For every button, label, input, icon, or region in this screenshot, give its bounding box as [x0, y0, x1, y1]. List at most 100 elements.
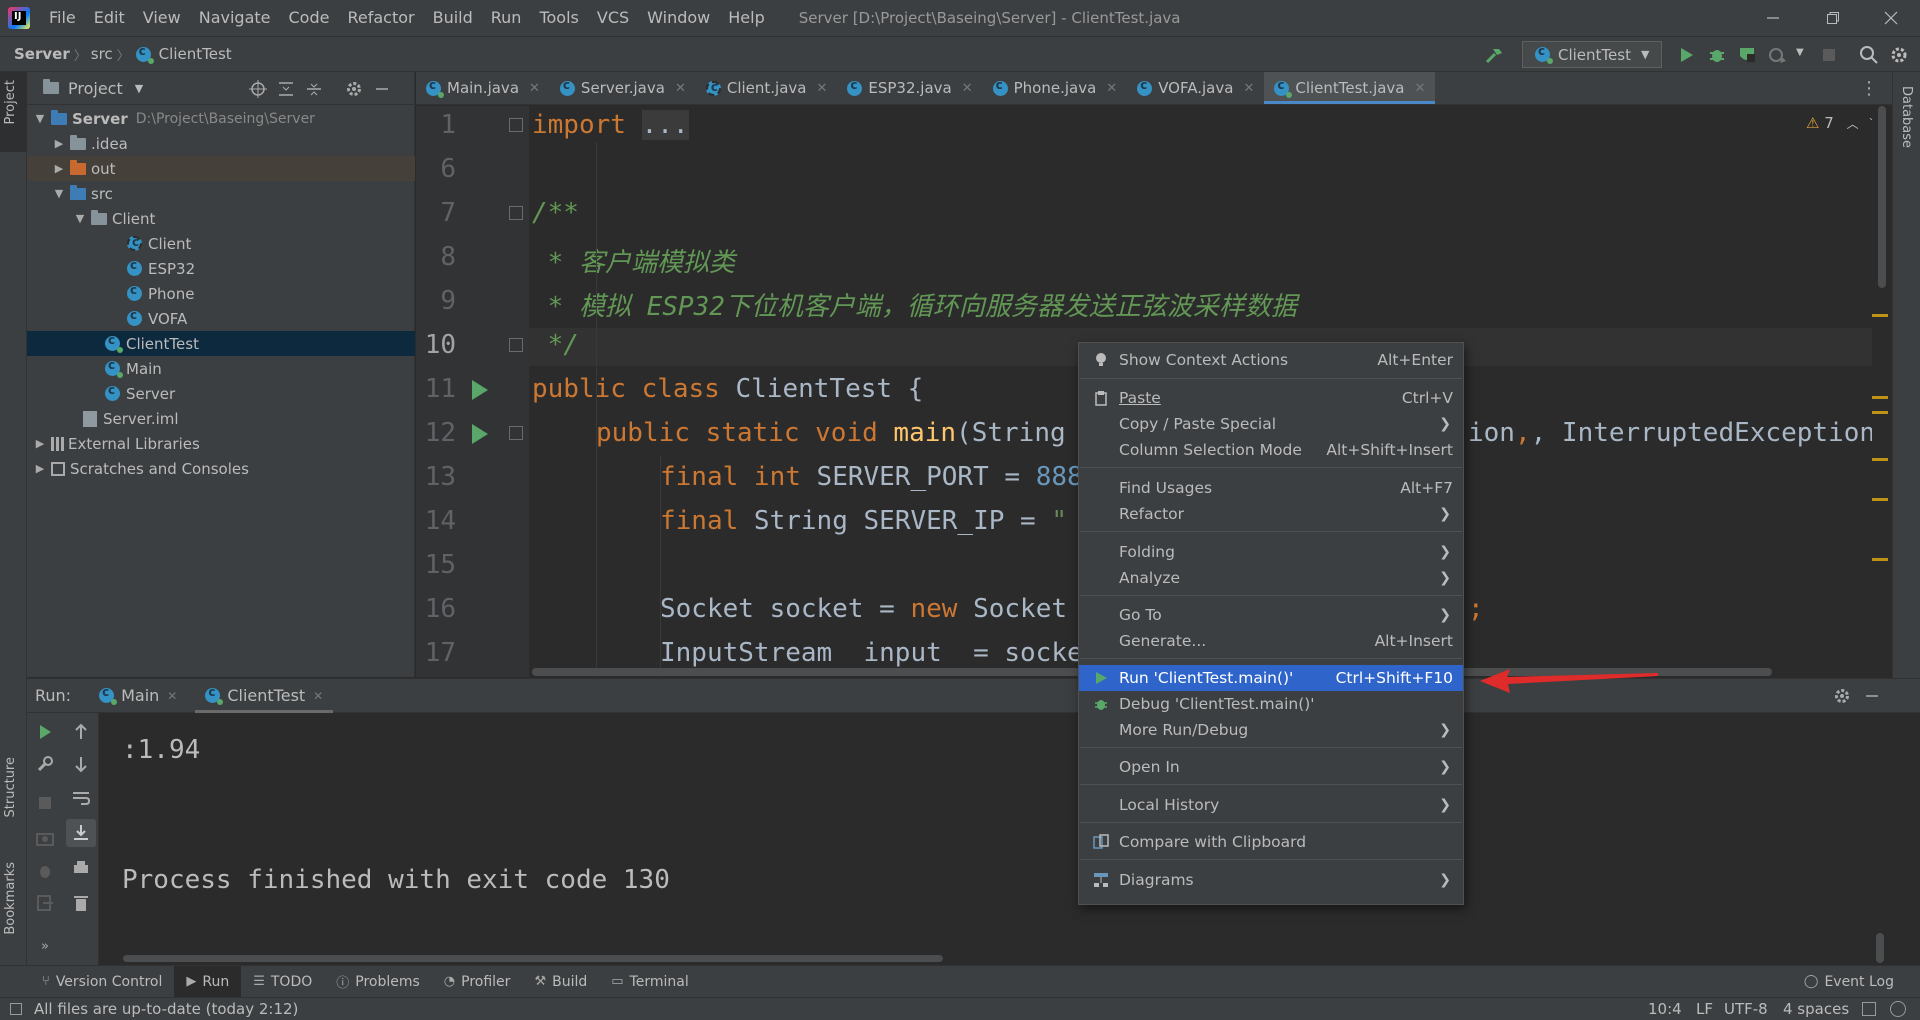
collapse-all-icon[interactable] [305, 80, 323, 98]
run-configuration-dropdown[interactable]: ClientTest ▼ [1522, 41, 1662, 68]
fold-expand-icon[interactable] [509, 118, 523, 132]
chevron-up-icon[interactable]: ︿ [1847, 117, 1859, 131]
tree-item-phone[interactable]: Phone [27, 281, 415, 306]
close-tab-icon[interactable]: ✕ [675, 81, 686, 96]
fold-collapse-icon[interactable] [509, 206, 523, 220]
tree-item-idea[interactable]: ▶ .idea [27, 131, 415, 156]
tab-phone-java[interactable]: Phone.java ✕ [983, 72, 1128, 104]
menu-code[interactable]: Code [280, 0, 339, 36]
tab-build[interactable]: ⚒ Build [522, 966, 599, 998]
tab-vofa-java[interactable]: VOFA.java ✕ [1127, 72, 1264, 104]
caret-position[interactable]: 10:4 [1648, 1000, 1682, 1018]
line-separator[interactable]: LF [1696, 1000, 1713, 1018]
more-run-chevron-icon[interactable]: ▼ [1796, 47, 1804, 58]
hide-panel-icon[interactable] [1863, 687, 1881, 705]
tree-item-main[interactable]: Main [27, 356, 415, 381]
build-hammer-icon[interactable] [1483, 45, 1505, 65]
menu-item-diagrams[interactable]: Diagrams ❯ [1079, 867, 1463, 893]
tab-terminal[interactable]: ▭ Terminal [599, 966, 700, 998]
tree-item-out[interactable]: ▶ out [27, 156, 415, 181]
tree-item-src[interactable]: ▼ src [27, 181, 415, 206]
tree-item-server-iml[interactable]: Server.iml [27, 406, 415, 431]
tree-item-client-class[interactable]: Client [27, 231, 415, 256]
profiler-icon[interactable] [1766, 45, 1788, 65]
tree-item-external-libraries[interactable]: ▶ External Libraries [27, 431, 415, 456]
menu-tools[interactable]: Tools [530, 0, 587, 36]
tree-item-client-package[interactable]: ▼ Client [27, 206, 415, 231]
tab-esp32-java[interactable]: ESP32.java ✕ [837, 72, 982, 104]
camera-icon[interactable] [35, 828, 55, 848]
menu-item-column-selection-mode[interactable]: Column Selection Mode Alt+Shift+Insert [1079, 437, 1463, 463]
chevron-down-icon[interactable]: ▼ [52, 187, 66, 200]
menu-item-go-to[interactable]: Go To ❯ [1079, 602, 1463, 628]
tree-item-esp32[interactable]: ESP32 [27, 256, 415, 281]
warning-marker[interactable] [1872, 498, 1888, 501]
menu-vcs[interactable]: VCS [588, 0, 638, 36]
print-icon[interactable] [71, 858, 91, 878]
close-tab-icon[interactable]: ✕ [1106, 81, 1117, 96]
menu-item-run-clienttest-main[interactable]: Run 'ClientTest.main()' Ctrl+Shift+F10 [1079, 665, 1463, 691]
chevron-right-icon[interactable]: ▶ [52, 137, 66, 150]
indent-setting[interactable]: 4 spaces [1783, 1000, 1849, 1018]
close-tab-icon[interactable]: ✕ [529, 81, 540, 96]
warning-marker[interactable] [1872, 396, 1888, 399]
scroll-to-end-toggle[interactable] [66, 819, 96, 847]
restore-icon[interactable] [1808, 0, 1858, 36]
debug-icon[interactable] [1706, 45, 1728, 65]
search-icon[interactable] [1858, 45, 1880, 65]
more-tools-icon[interactable]: » [35, 937, 55, 957]
tree-item-server-module[interactable]: ▼ Server D:\Project\Baseing\Server [27, 106, 415, 131]
chevron-right-icon[interactable]: ▶ [33, 462, 47, 475]
menu-item-local-history[interactable]: Local History ❯ [1079, 792, 1463, 818]
tab-main-java[interactable]: Main.java ✕ [416, 72, 550, 104]
run-gutter-icon[interactable] [472, 424, 488, 444]
fold-collapse-icon[interactable] [509, 426, 523, 440]
menu-item-generate[interactable]: Generate... Alt+Insert [1079, 628, 1463, 654]
menu-item-copy-paste-special[interactable]: Copy / Paste Special ❯ [1079, 411, 1463, 437]
scrollbar-thumb[interactable] [1878, 106, 1886, 288]
tab-run[interactable]: ▶ Run [174, 965, 242, 998]
chevron-right-icon[interactable]: ▶ [33, 437, 47, 450]
menu-view[interactable]: View [134, 0, 190, 36]
tab-event-log[interactable]: ◯ Event Log [1792, 966, 1906, 998]
tab-problems[interactable]: ⓘ Problems [324, 966, 432, 998]
tab-profiler[interactable]: ◔ Profiler [432, 966, 523, 998]
run-icon[interactable] [1676, 45, 1698, 65]
chevron-right-icon[interactable]: ▶ [52, 162, 66, 175]
warning-marker[interactable] [1872, 314, 1888, 317]
tab-clienttest-java[interactable]: ClientTest.java ✕ [1264, 72, 1436, 104]
tree-item-scratches[interactable]: ▶ Scratches and Consoles [27, 456, 415, 481]
coverage-icon[interactable] [1736, 45, 1758, 65]
locate-file-icon[interactable] [249, 80, 267, 98]
bookmarks-tab[interactable]: Bookmarks [3, 862, 18, 935]
menu-edit[interactable]: Edit [85, 0, 134, 36]
chevron-down-icon[interactable]: ▼ [33, 112, 47, 125]
soft-wrap-icon[interactable] [71, 788, 91, 808]
menu-run[interactable]: Run [482, 0, 531, 36]
memory-indicator-icon[interactable] [1890, 1001, 1906, 1017]
menu-navigate[interactable]: Navigate [190, 0, 280, 36]
menu-item-more-run-debug[interactable]: More Run/Debug ❯ [1079, 717, 1463, 743]
breadcrumb-file[interactable]: ClientTest [155, 45, 236, 63]
stop-icon[interactable] [35, 793, 55, 813]
menu-item-debug-clienttest-main[interactable]: Debug 'ClientTest.main()' [1079, 691, 1463, 717]
chevron-down-icon[interactable]: ▼ [73, 212, 87, 225]
options-gear-icon[interactable] [345, 80, 363, 98]
tree-item-clienttest[interactable]: ClientTest [27, 331, 415, 356]
close-tab-icon[interactable]: ✕ [313, 689, 323, 703]
file-encoding[interactable]: UTF-8 [1724, 1000, 1768, 1018]
menu-item-compare-with-clipboard[interactable]: Compare with Clipboard [1079, 829, 1463, 855]
warning-marker[interactable] [1872, 411, 1888, 414]
stop-icon[interactable] [1818, 45, 1840, 65]
menu-item-paste[interactable]: Paste Ctrl+V [1079, 385, 1463, 411]
fold-end-icon[interactable] [509, 338, 523, 352]
close-tab-icon[interactable]: ✕ [1243, 81, 1254, 96]
menu-item-show-context-actions[interactable]: Show Context Actions Alt+Enter [1079, 347, 1463, 373]
menu-refactor[interactable]: Refactor [338, 0, 423, 36]
menu-item-refactor[interactable]: Refactor ❯ [1079, 501, 1463, 527]
debug-icon[interactable] [35, 861, 55, 881]
console-vertical-scrollbar[interactable] [1876, 933, 1884, 963]
warning-marker[interactable] [1872, 558, 1888, 561]
menu-item-folding[interactable]: Folding ❯ [1079, 539, 1463, 565]
read-only-lock-icon[interactable] [1862, 1002, 1876, 1016]
